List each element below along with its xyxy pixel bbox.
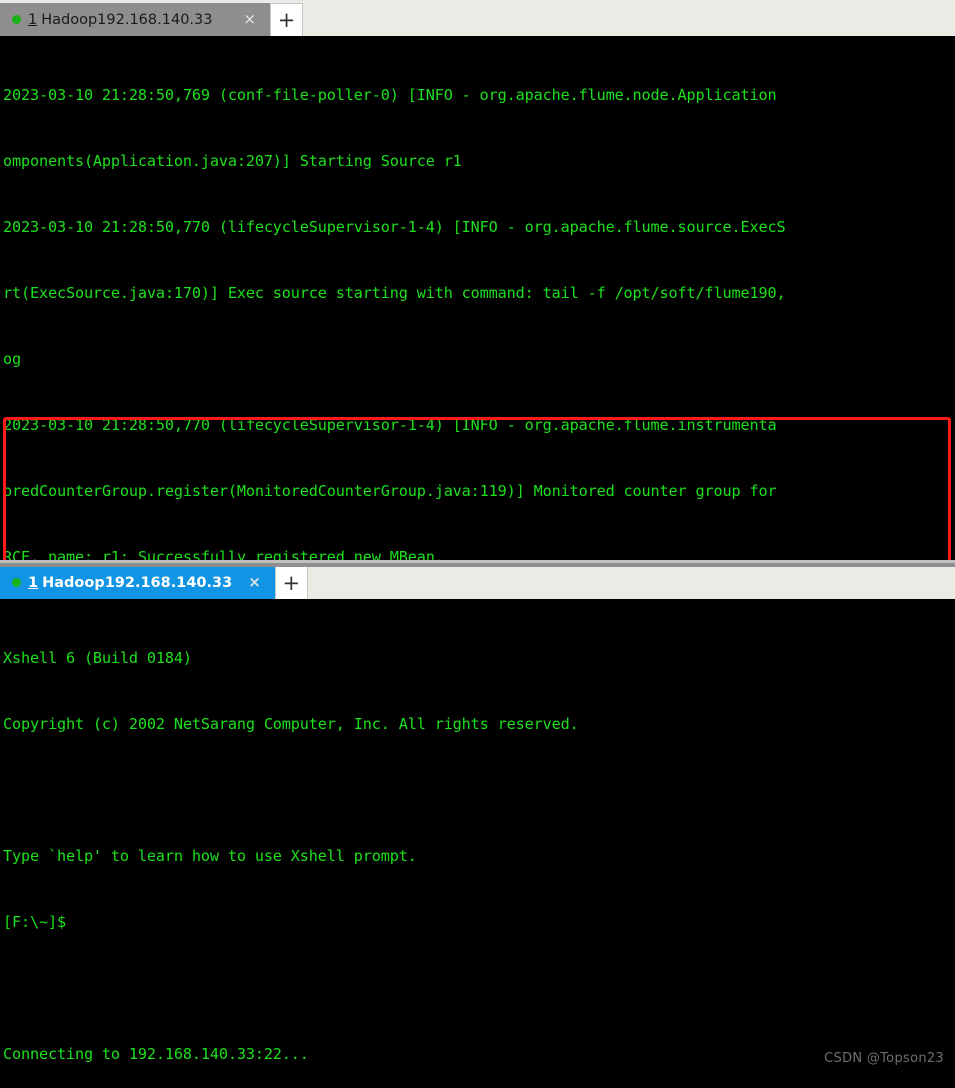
top-window-tab[interactable]: 1 Hadoop192.168.140.33 ×: [0, 3, 270, 36]
terminal-line: rt(ExecSource.java:170)] Exec source sta…: [3, 284, 786, 302]
bottom-tab-title: Hadoop192.168.140.33: [42, 574, 233, 591]
terminal-line: oredCounterGroup.register(MonitoredCount…: [3, 482, 777, 500]
terminal-line: og: [3, 350, 21, 368]
top-tab-title: Hadoop192.168.140.33: [41, 11, 213, 28]
terminal-line-connecting: Connecting to 192.168.140.33:22...: [3, 1045, 309, 1063]
terminal-line: 2023-03-10 21:28:50,770 (lifecycleSuperv…: [3, 218, 786, 236]
xshell-app-window: 1 Hadoop192.168.140.33 × + 2023-03-10 21…: [0, 0, 955, 1088]
bottom-window-tab[interactable]: 1 Hadoop192.168.140.33 ×: [0, 566, 275, 599]
close-icon[interactable]: ×: [227, 12, 264, 27]
terminal-line-banner-copyright: Copyright (c) 2002 NetSarang Computer, I…: [3, 715, 579, 733]
bottom-window-tabbar: 1 Hadoop192.168.140.33 × +: [0, 563, 955, 599]
close-icon[interactable]: ×: [232, 575, 269, 590]
terminal-line: RCE, name: r1: Successfully registered n…: [3, 548, 444, 560]
top-tab-number: 1: [28, 11, 38, 28]
new-tab-button[interactable]: +: [274, 566, 308, 599]
terminal-line-help-hint: Type `help' to learn how to use Xshell p…: [3, 847, 417, 865]
top-window-tabbar: 1 Hadoop192.168.140.33 × +: [0, 0, 955, 36]
terminal-line: 2023-03-10 21:28:50,770 (lifecycleSuperv…: [3, 416, 777, 434]
bottom-tab-number: 1: [28, 574, 39, 591]
bottom-terminal-output[interactable]: Xshell 6 (Build 0184) Copyright (c) 2002…: [0, 599, 955, 1088]
terminal-line: 2023-03-10 21:28:50,769 (conf-file-polle…: [3, 86, 777, 104]
new-tab-button[interactable]: +: [270, 3, 303, 36]
terminal-line-banner-version: Xshell 6 (Build 0184): [3, 649, 192, 667]
terminal-line: omponents(Application.java:207)] Startin…: [3, 152, 462, 170]
watermark-label: CSDN @Topson23: [824, 1051, 944, 1066]
terminal-line-local-prompt: [F:\~]$: [3, 913, 66, 931]
session-status-dot-icon: [12, 578, 21, 587]
top-terminal-output[interactable]: 2023-03-10 21:28:50,769 (conf-file-polle…: [0, 36, 955, 560]
session-status-dot-icon: [12, 15, 21, 24]
